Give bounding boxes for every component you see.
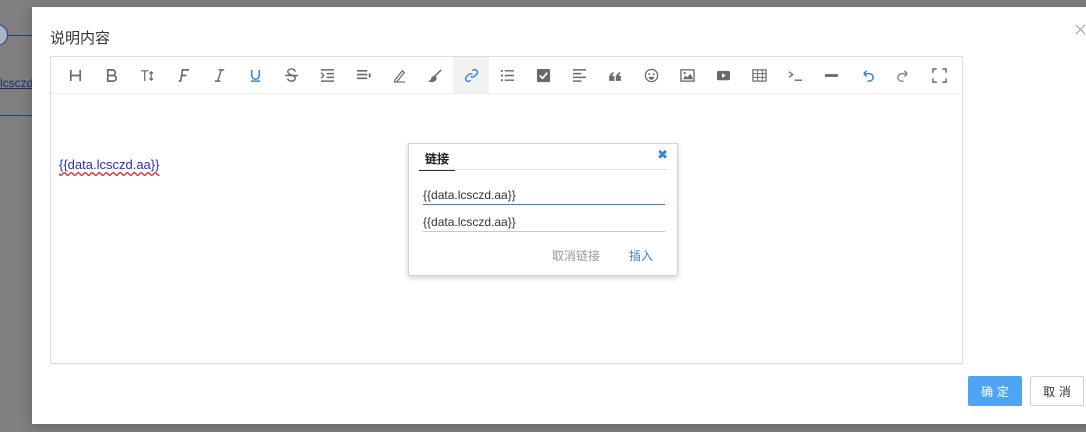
rich-text-editor: {{data.lcsczd.aa}} 链接 ✖ 取消链接 插入	[50, 56, 963, 364]
line-height-icon[interactable]	[345, 57, 381, 93]
align-icon[interactable]	[561, 57, 597, 93]
background-link: lcsczd	[0, 76, 34, 90]
description-dialog: 说明内容 {{data.lcsczd.aa}} 链接 ✖ {{data.lcsc…	[32, 7, 1086, 424]
divider-icon[interactable]	[813, 57, 849, 93]
unlink-button[interactable]: 取消链接	[552, 247, 600, 264]
background-divider	[0, 115, 33, 116]
background-step-circle	[0, 24, 8, 46]
underline-icon[interactable]	[237, 57, 273, 93]
link-popover: 链接 ✖ 取消链接 插入	[408, 143, 678, 276]
close-icon[interactable]	[1074, 23, 1086, 37]
cancel-button[interactable]: 取 消	[1030, 376, 1084, 406]
link-icon[interactable]	[453, 57, 489, 93]
fullscreen-icon[interactable]	[921, 57, 957, 93]
content-link-text[interactable]: {{data.lcsczd.aa}}	[59, 157, 159, 172]
redo-icon[interactable]	[885, 57, 921, 93]
quote-icon[interactable]	[597, 57, 633, 93]
font-color-icon[interactable]	[381, 57, 417, 93]
code-icon[interactable]	[777, 57, 813, 93]
undo-icon[interactable]	[849, 57, 885, 93]
image-icon[interactable]	[669, 57, 705, 93]
todo-icon[interactable]	[525, 57, 561, 93]
insert-link-button[interactable]: 插入	[629, 247, 653, 264]
dialog-title: 说明内容	[50, 29, 111, 47]
font-size-icon[interactable]	[129, 57, 165, 93]
font-family-icon[interactable]	[165, 57, 201, 93]
indent-icon[interactable]	[309, 57, 345, 93]
editor-toolbar	[51, 57, 962, 94]
heading-icon[interactable]	[57, 57, 93, 93]
italic-icon[interactable]	[201, 57, 237, 93]
bold-icon[interactable]	[93, 57, 129, 93]
background-color-icon[interactable]	[417, 57, 453, 93]
background-connector-line	[8, 35, 33, 36]
popover-divider	[419, 169, 667, 170]
strikethrough-icon[interactable]	[273, 57, 309, 93]
link-text-input[interactable]	[423, 185, 665, 205]
emoticon-icon[interactable]	[633, 57, 669, 93]
table-icon[interactable]	[741, 57, 777, 93]
editor-content[interactable]: {{data.lcsczd.aa}}	[59, 157, 159, 172]
link-tab[interactable]: 链接	[419, 150, 456, 171]
link-url-input[interactable]	[423, 212, 665, 232]
list-icon[interactable]	[489, 57, 525, 93]
close-popover-icon[interactable]: ✖	[657, 148, 668, 163]
video-icon[interactable]	[705, 57, 741, 93]
confirm-button[interactable]: 确 定	[968, 376, 1022, 406]
